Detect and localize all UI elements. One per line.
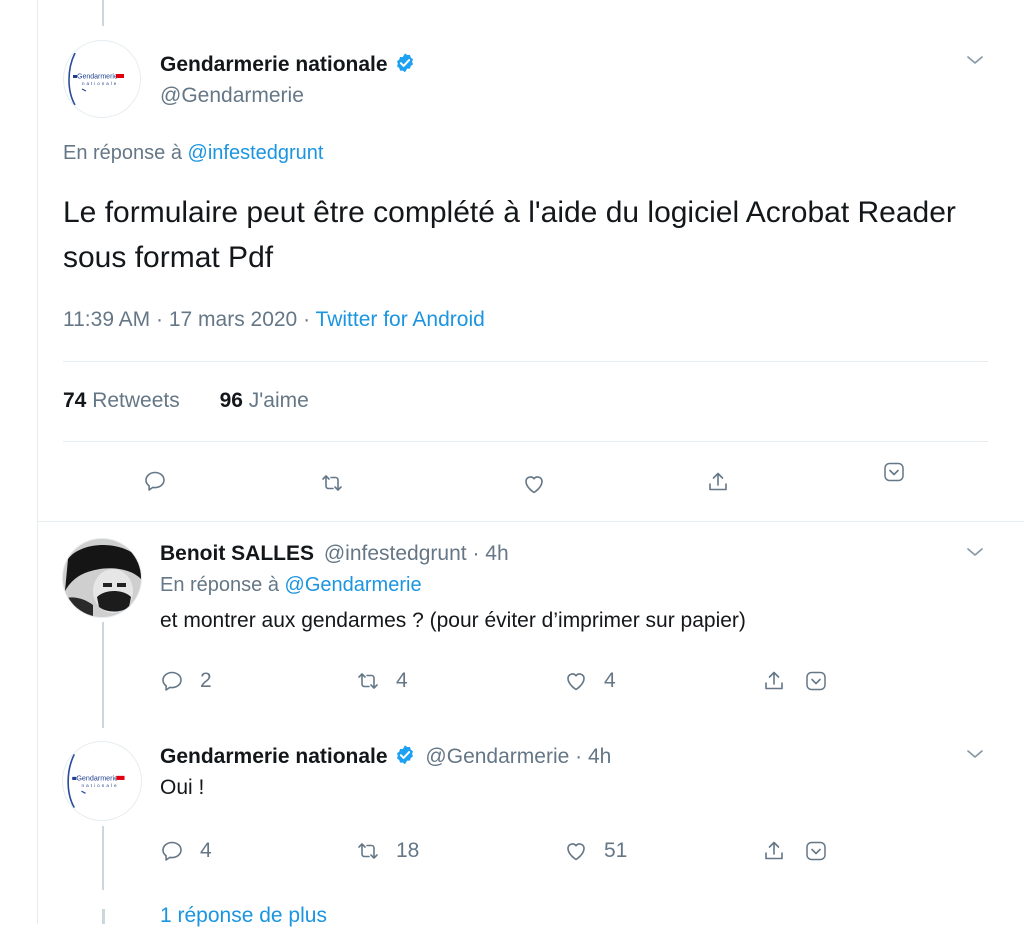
reply2-author-handle[interactable]: @Gendarmerie xyxy=(425,745,569,768)
verified-badge-icon xyxy=(394,744,416,766)
tweet-source-link[interactable]: Twitter for Android xyxy=(316,308,485,331)
reply2-bookmark-button[interactable] xyxy=(804,839,828,863)
reply2-avatar[interactable]: Gendarmerie nationale xyxy=(62,741,142,821)
thread-line-top xyxy=(102,0,104,26)
svg-text:nationale: nationale xyxy=(81,783,118,788)
reply1-text: et montrer aux gendarmes ? (pour éviter … xyxy=(160,609,746,632)
reply1-time[interactable]: · 4h xyxy=(472,542,508,565)
reply-prefix: En réponse à xyxy=(160,574,279,596)
likes-count: 96 xyxy=(219,389,243,412)
tweet-timestamp[interactable]: 11:39 AM · 17 mars 2020 · xyxy=(63,308,310,331)
timeline-left-border xyxy=(37,0,38,924)
thread-line xyxy=(102,826,104,890)
thread-dots xyxy=(102,909,105,924)
reply1-like-count: 4 xyxy=(604,669,616,692)
retweet-icon xyxy=(356,669,380,693)
reply-button[interactable] xyxy=(143,469,167,493)
reply1-header: Benoit SALLES @infestedgrunt · 4h xyxy=(160,542,509,566)
reply1-retweet-button[interactable]: 4 xyxy=(356,669,408,693)
bookmark-chevron-icon xyxy=(804,669,828,693)
share-icon xyxy=(762,669,786,693)
reply1-like-button[interactable]: 4 xyxy=(564,669,616,693)
svg-text:Gendarmerie: Gendarmerie xyxy=(76,774,118,782)
likes-stat[interactable]: 96 J'aime xyxy=(220,389,309,412)
retweet-button[interactable] xyxy=(320,471,344,495)
retweet-icon xyxy=(320,471,344,495)
reply1-reply-context: En réponse à @Gendarmerie xyxy=(160,574,422,597)
tweet-stats: 74 Retweets 96 J'aime xyxy=(63,389,309,413)
share-icon xyxy=(762,839,786,863)
main-author-name-text[interactable]: Gendarmerie nationale xyxy=(160,53,388,76)
svg-text:Gendarmerie: Gendarmerie xyxy=(77,74,118,81)
main-author-handle[interactable]: @Gendarmerie xyxy=(160,84,304,108)
comment-bubble-icon xyxy=(160,669,184,693)
comment-bubble-icon xyxy=(143,469,167,493)
reply2-time[interactable]: · 4h xyxy=(575,745,611,768)
reply2-retweet-count: 18 xyxy=(396,839,420,862)
likes-label: J'aime xyxy=(248,389,309,412)
retweets-label: Retweets xyxy=(92,389,180,412)
heart-icon xyxy=(564,669,588,693)
main-tweet-avatar[interactable]: Gendarmerie nationale xyxy=(63,40,141,118)
divider xyxy=(63,361,988,362)
svg-text:nationale: nationale xyxy=(82,81,118,86)
chevron-down-icon[interactable] xyxy=(963,48,987,72)
reply-to-link[interactable]: @Gendarmerie xyxy=(285,574,422,596)
reply2-like-button[interactable]: 51 xyxy=(564,839,627,863)
chevron-down-icon[interactable] xyxy=(963,540,987,564)
reply1-share-button[interactable] xyxy=(762,669,786,693)
divider xyxy=(63,441,988,442)
comment-bubble-icon xyxy=(160,839,184,863)
reply1-author-name[interactable]: Benoit SALLES xyxy=(160,542,314,565)
main-author-name[interactable]: Gendarmerie nationale xyxy=(160,52,416,77)
bookmark-chevron-icon xyxy=(882,460,906,484)
retweets-stat[interactable]: 74 Retweets xyxy=(63,389,180,412)
reply1-avatar[interactable] xyxy=(62,538,142,618)
reply2-text: Oui ! xyxy=(160,776,205,799)
bookmark-chevron-icon xyxy=(804,839,828,863)
reply-to-link[interactable]: @infestedgrunt xyxy=(188,142,324,164)
reply2-retweet-button[interactable]: 18 xyxy=(356,839,419,863)
reply2-reply-button[interactable]: 4 xyxy=(160,839,212,863)
thread-line xyxy=(102,622,104,728)
reply2-reply-count: 4 xyxy=(200,839,212,862)
main-tweet-text: Le formulaire peut être complété à l'aid… xyxy=(63,196,956,274)
reply1-retweet-count: 4 xyxy=(396,669,408,692)
reply2-like-count: 51 xyxy=(604,839,628,862)
share-button[interactable] xyxy=(706,470,730,494)
retweet-icon xyxy=(356,839,380,863)
reply2-share-button[interactable] xyxy=(762,839,786,863)
reply2-author-name[interactable]: Gendarmerie nationale xyxy=(160,745,388,768)
chevron-down-icon[interactable] xyxy=(963,742,987,766)
verified-badge-icon xyxy=(394,52,416,74)
gendarmerie-logo: Gendarmerie nationale xyxy=(67,753,125,809)
share-icon xyxy=(706,470,730,494)
gendarmerie-logo: Gendarmerie nationale xyxy=(68,52,124,106)
retweets-count: 74 xyxy=(63,389,87,412)
heart-icon xyxy=(522,472,546,496)
main-reply-context: En réponse à @infestedgrunt xyxy=(63,142,323,165)
reply1-reply-count: 2 xyxy=(200,669,212,692)
show-more-replies-link[interactable]: 1 réponse de plus xyxy=(160,904,327,928)
reply1-reply-button[interactable]: 2 xyxy=(160,669,212,693)
like-button[interactable] xyxy=(522,472,546,496)
profile-photo xyxy=(63,539,141,617)
reply1-author-handle[interactable]: @infestedgrunt xyxy=(324,542,467,565)
reply1-bookmark-button[interactable] xyxy=(804,669,828,693)
heart-icon xyxy=(564,839,588,863)
tweet-meta: 11:39 AM · 17 mars 2020 · Twitter for An… xyxy=(63,308,485,332)
reply-prefix: En réponse à xyxy=(63,142,182,164)
tweet-separator xyxy=(38,521,1024,522)
bookmark-button[interactable] xyxy=(882,460,906,484)
reply2-header: Gendarmerie nationale @Gendarmerie · 4h xyxy=(160,744,611,769)
